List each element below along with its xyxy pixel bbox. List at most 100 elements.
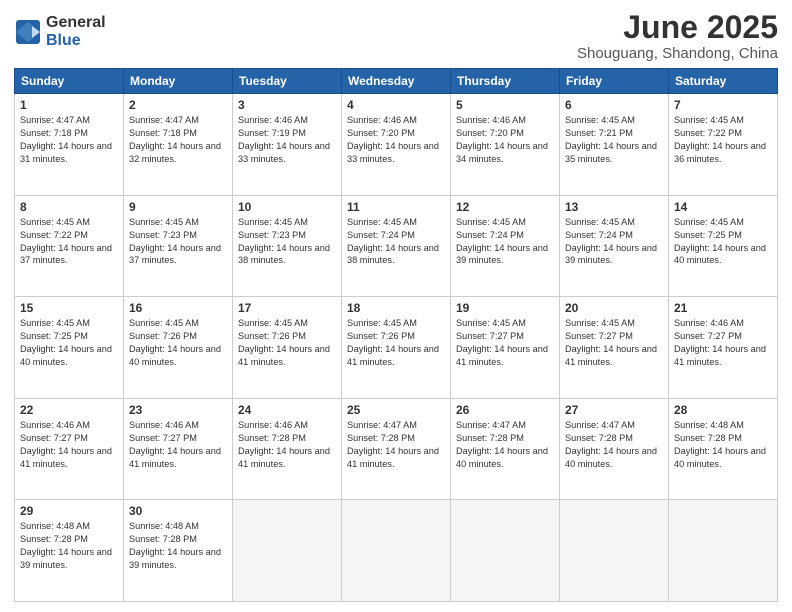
calendar-cell: 20 Sunrise: 4:45 AMSunset: 7:27 PMDayligh… [560,297,669,399]
day-info: Sunrise: 4:45 AMSunset: 7:25 PMDaylight:… [20,317,118,369]
day-number: 22 [20,403,118,417]
day-info: Sunrise: 4:48 AMSunset: 7:28 PMDaylight:… [674,419,772,471]
title-block: June 2025 Shouguang, Shandong, China [577,10,778,62]
logo-icon [14,18,42,46]
th-tuesday: Tuesday [233,69,342,94]
day-number: 24 [238,403,336,417]
calendar-cell: 14 Sunrise: 4:45 AMSunset: 7:25 PMDayligh… [669,195,778,297]
calendar-week-4: 22 Sunrise: 4:46 AMSunset: 7:27 PMDayligh… [15,398,778,500]
day-number: 20 [565,301,663,315]
day-info: Sunrise: 4:45 AMSunset: 7:27 PMDaylight:… [456,317,554,369]
header: General Blue June 2025 Shouguang, Shando… [14,10,778,62]
calendar-cell [342,500,451,602]
calendar-cell: 2Sunrise: 4:47 AMSunset: 7:18 PMDaylight… [124,94,233,196]
day-number: 27 [565,403,663,417]
calendar-week-2: 8Sunrise: 4:45 AMSunset: 7:22 PMDaylight… [15,195,778,297]
calendar-cell: 11 Sunrise: 4:45 AMSunset: 7:24 PMDayligh… [342,195,451,297]
day-info: Sunrise: 4:45 AMSunset: 7:24 PMDaylight:… [565,216,663,268]
day-info: Sunrise: 4:45 AMSunset: 7:24 PMDaylight:… [456,216,554,268]
calendar-cell: 4Sunrise: 4:46 AMSunset: 7:20 PMDaylight… [342,94,451,196]
day-info: Sunrise: 4:45 AMSunset: 7:23 PMDaylight:… [129,216,227,268]
th-thursday: Thursday [451,69,560,94]
month-title: June 2025 [577,10,778,45]
day-info: Sunrise: 4:46 AMSunset: 7:28 PMDaylight:… [238,419,336,471]
calendar-cell: 23 Sunrise: 4:46 AMSunset: 7:27 PMDayligh… [124,398,233,500]
calendar-cell [669,500,778,602]
th-wednesday: Wednesday [342,69,451,94]
th-sunday: Sunday [15,69,124,94]
calendar-cell [451,500,560,602]
day-info: Sunrise: 4:46 AMSunset: 7:19 PMDaylight:… [238,114,336,166]
day-number: 26 [456,403,554,417]
logo-text: General Blue [46,14,106,49]
location: Shouguang, Shandong, China [577,45,778,62]
day-number: 4 [347,98,445,112]
day-info: Sunrise: 4:46 AMSunset: 7:27 PMDaylight:… [674,317,772,369]
day-info: Sunrise: 4:45 AMSunset: 7:24 PMDaylight:… [347,216,445,268]
day-info: Sunrise: 4:48 AMSunset: 7:28 PMDaylight:… [129,520,227,572]
logo-general: General [46,14,106,32]
day-number: 29 [20,504,118,518]
calendar-cell [560,500,669,602]
calendar-cell: 12 Sunrise: 4:45 AMSunset: 7:24 PMDayligh… [451,195,560,297]
day-info: Sunrise: 4:47 AMSunset: 7:18 PMDaylight:… [129,114,227,166]
day-number: 15 [20,301,118,315]
day-number: 17 [238,301,336,315]
day-number: 10 [238,200,336,214]
calendar-cell: 15 Sunrise: 4:45 AMSunset: 7:25 PMDayligh… [15,297,124,399]
calendar-cell: 21 Sunrise: 4:46 AMSunset: 7:27 PMDayligh… [669,297,778,399]
calendar-cell: 17 Sunrise: 4:45 AMSunset: 7:26 PMDayligh… [233,297,342,399]
calendar-table: Sunday Monday Tuesday Wednesday Thursday… [14,68,778,602]
day-info: Sunrise: 4:45 AMSunset: 7:21 PMDaylight:… [565,114,663,166]
day-info: Sunrise: 4:47 AMSunset: 7:28 PMDaylight:… [565,419,663,471]
day-info: Sunrise: 4:45 AMSunset: 7:25 PMDaylight:… [674,216,772,268]
day-number: 13 [565,200,663,214]
day-info: Sunrise: 4:45 AMSunset: 7:23 PMDaylight:… [238,216,336,268]
day-number: 3 [238,98,336,112]
calendar-cell: 8Sunrise: 4:45 AMSunset: 7:22 PMDaylight… [15,195,124,297]
th-monday: Monday [124,69,233,94]
th-friday: Friday [560,69,669,94]
calendar-cell: 27 Sunrise: 4:47 AMSunset: 7:28 PMDayligh… [560,398,669,500]
calendar-week-3: 15 Sunrise: 4:45 AMSunset: 7:25 PMDayligh… [15,297,778,399]
calendar-cell: 7 Sunrise: 4:45 AMSunset: 7:22 PMDaylight… [669,94,778,196]
day-info: Sunrise: 4:45 AMSunset: 7:27 PMDaylight:… [565,317,663,369]
day-number: 1 [20,98,118,112]
calendar-cell: 30 Sunrise: 4:48 AMSunset: 7:28 PMDayligh… [124,500,233,602]
day-number: 18 [347,301,445,315]
calendar-cell: 1 Sunrise: 4:47 AMSunset: 7:18 PMDaylight… [15,94,124,196]
calendar-cell: 28Sunrise: 4:48 AMSunset: 7:28 PMDayligh… [669,398,778,500]
day-number: 9 [129,200,227,214]
calendar-cell: 19 Sunrise: 4:45 AMSunset: 7:27 PMDayligh… [451,297,560,399]
day-number: 8 [20,200,118,214]
calendar-cell: 16Sunrise: 4:45 AMSunset: 7:26 PMDayligh… [124,297,233,399]
day-number: 23 [129,403,227,417]
day-number: 6 [565,98,663,112]
calendar-week-5: 29 Sunrise: 4:48 AMSunset: 7:28 PMDayligh… [15,500,778,602]
calendar-cell: 13 Sunrise: 4:45 AMSunset: 7:24 PMDayligh… [560,195,669,297]
day-number: 14 [674,200,772,214]
day-info: Sunrise: 4:46 AMSunset: 7:27 PMDaylight:… [129,419,227,471]
day-number: 30 [129,504,227,518]
calendar-cell: 24 Sunrise: 4:46 AMSunset: 7:28 PMDayligh… [233,398,342,500]
day-number: 7 [674,98,772,112]
day-info: Sunrise: 4:46 AMSunset: 7:20 PMDaylight:… [456,114,554,166]
day-info: Sunrise: 4:45 AMSunset: 7:26 PMDaylight:… [347,317,445,369]
day-info: Sunrise: 4:45 AMSunset: 7:26 PMDaylight:… [238,317,336,369]
day-number: 19 [456,301,554,315]
day-number: 5 [456,98,554,112]
calendar-cell: 10 Sunrise: 4:45 AMSunset: 7:23 PMDayligh… [233,195,342,297]
day-info: Sunrise: 4:47 AMSunset: 7:28 PMDaylight:… [347,419,445,471]
day-number: 11 [347,200,445,214]
calendar-cell: 6 Sunrise: 4:45 AMSunset: 7:21 PMDaylight… [560,94,669,196]
day-info: Sunrise: 4:47 AMSunset: 7:18 PMDaylight:… [20,114,118,166]
day-info: Sunrise: 4:45 AMSunset: 7:22 PMDaylight:… [674,114,772,166]
day-info: Sunrise: 4:45 AMSunset: 7:26 PMDaylight:… [129,317,227,369]
calendar-cell: 29Sunrise: 4:48 AMSunset: 7:28 PMDayligh… [15,500,124,602]
day-number: 21 [674,301,772,315]
calendar-cell: 9 Sunrise: 4:45 AMSunset: 7:23 PMDaylight… [124,195,233,297]
day-number: 12 [456,200,554,214]
calendar-cell: 18 Sunrise: 4:45 AMSunset: 7:26 PMDayligh… [342,297,451,399]
logo: General Blue [14,14,106,49]
header-row: Sunday Monday Tuesday Wednesday Thursday… [15,69,778,94]
